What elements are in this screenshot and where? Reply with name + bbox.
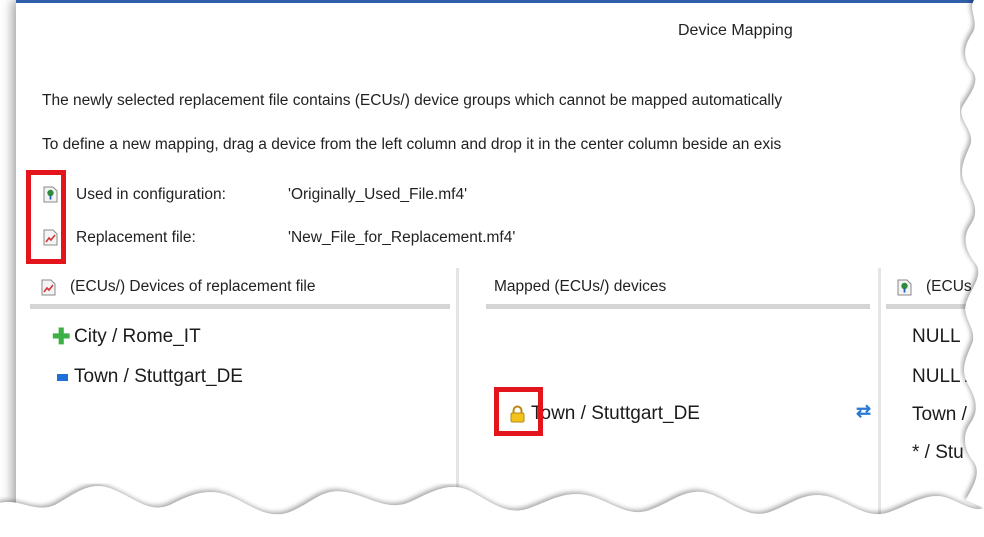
torn-edge-right [961,0,984,508]
torn-edge-overlay [0,0,984,537]
torn-edge-bottom [0,486,984,537]
